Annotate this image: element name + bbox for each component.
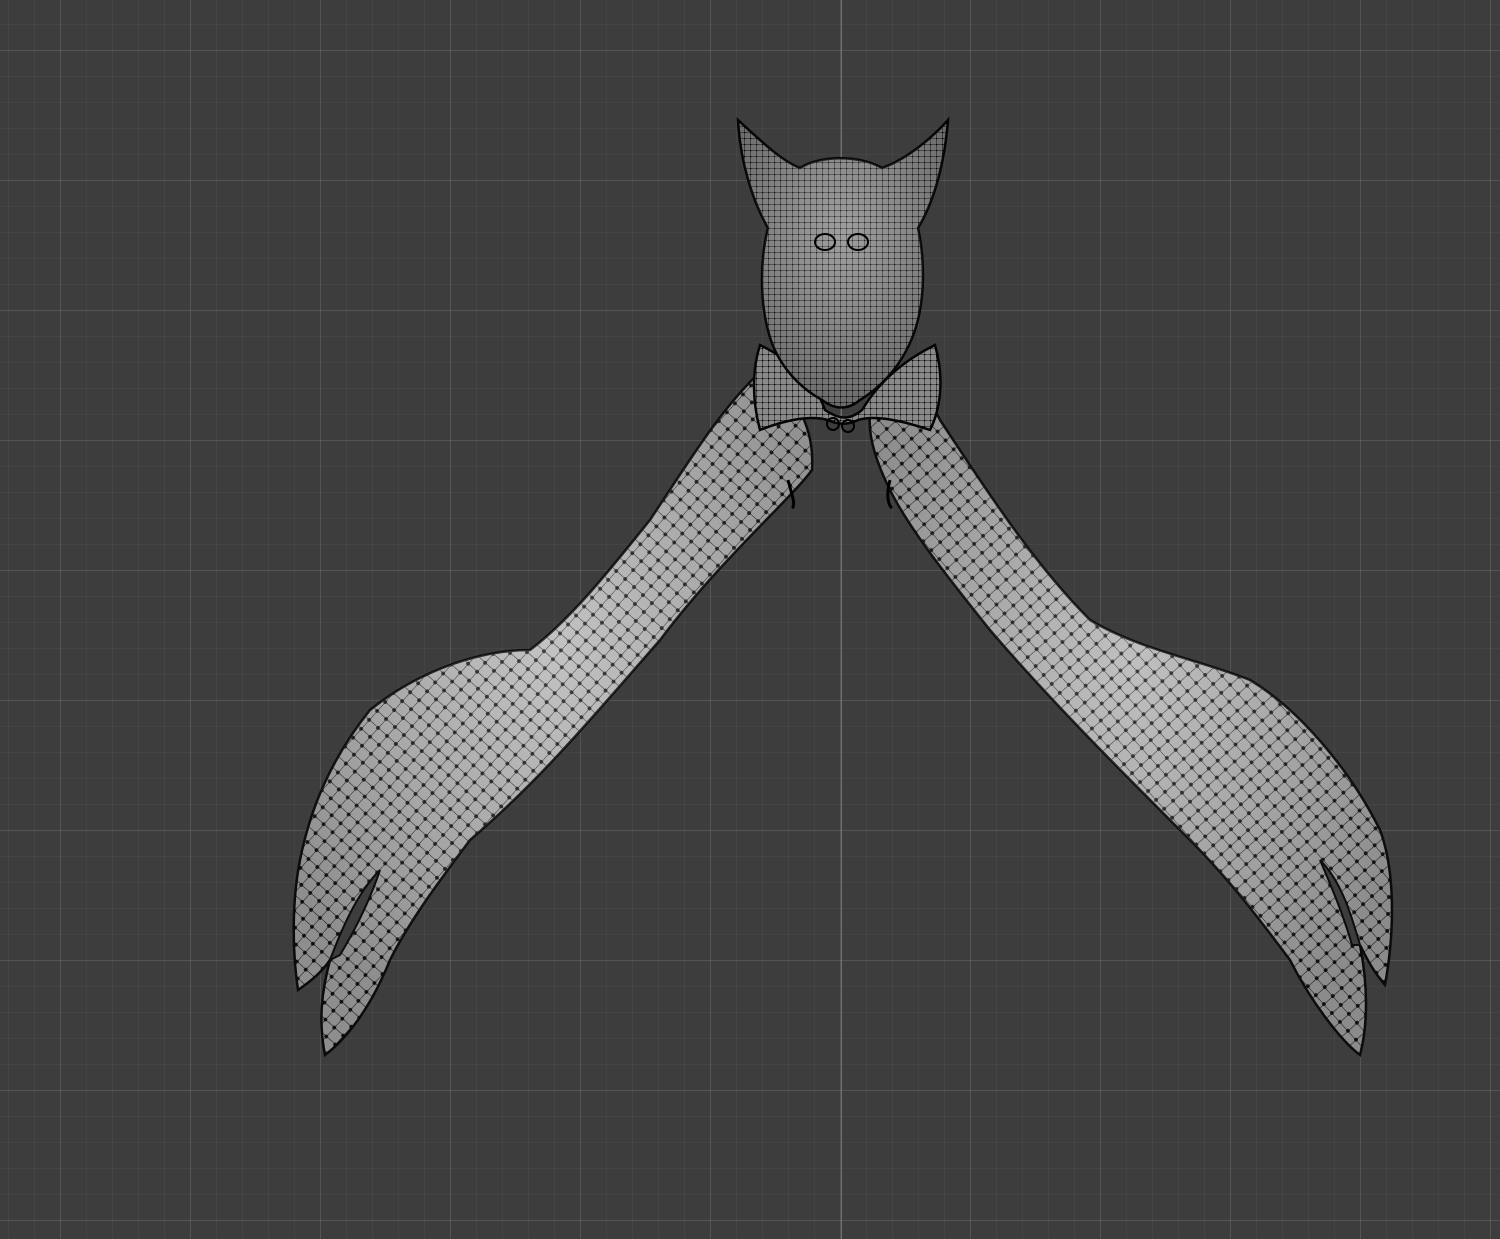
right-arm-mesh[interactable] [868,401,1394,1058]
left-arm-mesh[interactable] [292,370,814,1058]
wireframe-mesh[interactable] [0,0,1500,1239]
3d-viewport[interactable] [0,0,1500,1239]
